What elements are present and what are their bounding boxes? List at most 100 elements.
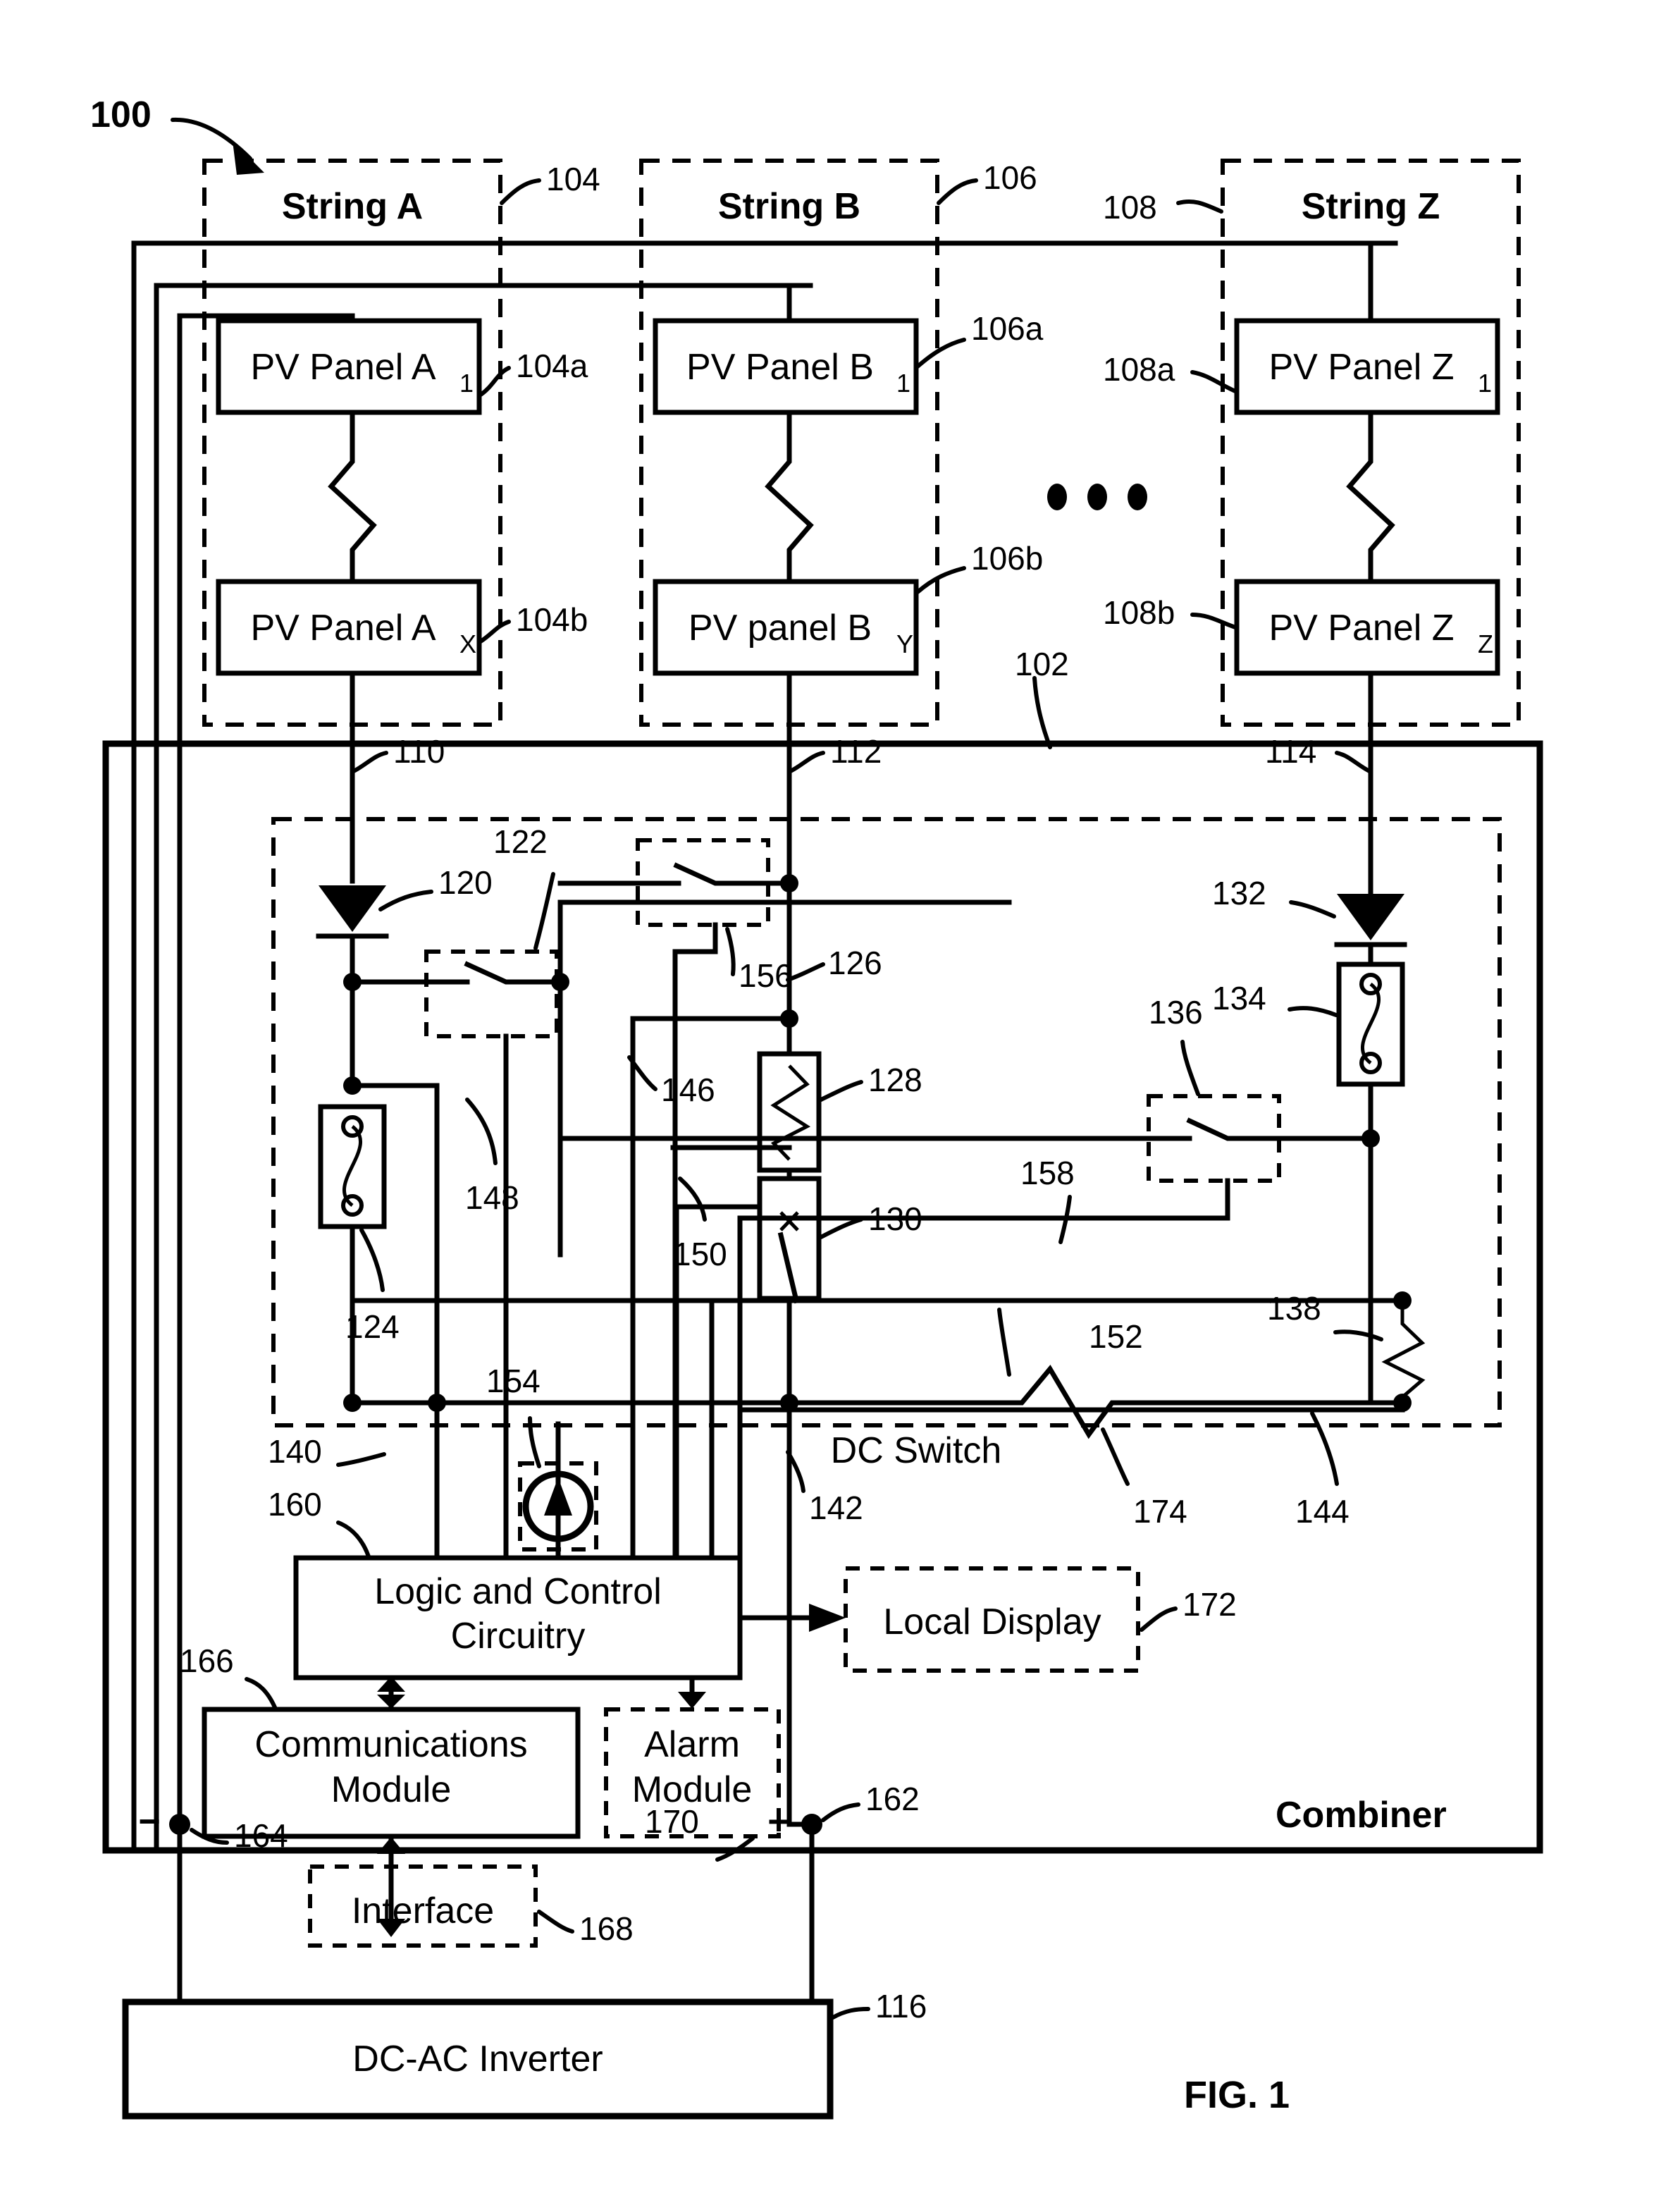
pv-panel-b1-ref: 106a <box>971 310 1044 347</box>
interface-label: Interface <box>352 1891 494 1931</box>
system-ref-100-callout <box>171 117 264 175</box>
ref-162-leader <box>821 1802 860 1822</box>
figure-svg: 100 String A String B String Z 104 106 1… <box>90 94 1543 2120</box>
ref-122-leader <box>533 872 555 950</box>
node-bus-140-a <box>343 1394 362 1412</box>
string-a-panels: PV Panel A 1 104a PV Panel A X 104b 110 <box>216 313 588 835</box>
logic-control-line1: Logic and Control <box>374 1571 662 1612</box>
ref-168: 168 <box>579 1910 634 1947</box>
feed-z-ref-leader <box>1335 751 1373 774</box>
pv-panel-b1-label: PV Panel B <box>686 347 874 388</box>
ref-124-leader <box>359 1228 385 1292</box>
ref-162: 162 <box>865 1781 920 1817</box>
ref-128: 128 <box>868 1062 922 1098</box>
resistor-128-body <box>757 1051 822 1173</box>
string-z-break <box>1346 410 1395 584</box>
pv-panel-b1-subscript: 1 <box>896 369 910 398</box>
string-b-title: String B <box>718 186 860 227</box>
pv-panel-a1-ref-leader <box>478 366 511 397</box>
ref-138: 138 <box>1267 1290 1321 1327</box>
ref-134: 134 <box>1212 980 1266 1016</box>
pv-panel-a1-label: PV Panel A <box>250 347 436 388</box>
local-display-label: Local Display <box>883 1602 1101 1642</box>
ref-124: 124 <box>345 1308 400 1345</box>
ref-172: 172 <box>1183 1586 1237 1623</box>
ref-150-leader <box>997 1308 1011 1377</box>
pv-panel-ax-subscript: X <box>459 629 476 658</box>
negative-sign: − <box>138 1800 161 1843</box>
node-bus-140-z <box>1393 1394 1412 1412</box>
patent-figure-page: 100 String A String B String Z 104 106 1… <box>0 0 1661 2212</box>
ref-136: 136 <box>1149 994 1203 1031</box>
feed-b-ref: 112 <box>830 733 882 770</box>
pv-panel-z1-label: PV Panel Z <box>1268 347 1454 388</box>
inverter-label: DC-AC Inverter <box>352 2039 603 2079</box>
pv-panel-z1-subscript: 1 <box>1478 369 1492 398</box>
local-display-group: Local Display 172 <box>737 1566 1237 1673</box>
string-z-ref-leader <box>1176 199 1223 214</box>
switch-a-blade <box>464 961 563 985</box>
ref-168-leader <box>537 1910 574 1934</box>
ref-154-leader <box>465 1098 498 1165</box>
pv-panel-zz-ref: 108b <box>1103 594 1175 631</box>
pv-panel-zz-ref-leader <box>1190 613 1237 629</box>
ref-132: 132 <box>1212 875 1266 911</box>
feed-a-ref: 110 <box>393 733 445 770</box>
feed-a-ref-leader <box>350 751 388 774</box>
inverter-group: DC-AC Inverter 116 <box>122 1988 927 2120</box>
ref-132-leader <box>1289 900 1336 918</box>
pv-panel-by-subscript: Y <box>896 629 913 658</box>
string-b-ref: 106 <box>983 159 1037 196</box>
pv-panel-by-ref: 106b <box>971 540 1043 577</box>
ref-164: 164 <box>234 1817 288 1854</box>
ref-120: 120 <box>438 864 493 901</box>
feed-z-ref: 114 <box>1265 733 1316 770</box>
pv-panel-z1-ref: 108a <box>1103 351 1175 388</box>
string-b-panels: PV Panel B 1 106a PV panel B Y 106b 112 <box>653 283 1044 835</box>
pv-panel-ax-ref: 104b <box>516 601 588 638</box>
dc-switch-label: DC Switch <box>831 1430 1002 1471</box>
pv-panel-ax-label: PV Panel A <box>250 608 436 649</box>
ref-160-leader <box>336 1520 371 1559</box>
pv-panel-zz-label: PV Panel Z <box>1268 608 1454 649</box>
string-b-break <box>765 410 814 584</box>
pv-panel-z1-ref-leader <box>1190 370 1237 393</box>
system-ref-100: 100 <box>90 94 152 135</box>
string-ellipsis <box>1047 484 1147 510</box>
communications-line2: Module <box>331 1769 452 1810</box>
ref-174-leader <box>1101 1427 1130 1486</box>
ref-128-leader <box>819 1080 863 1102</box>
pv-panel-zz-subscript: Z <box>1478 629 1493 658</box>
logic-control-line2: Circuitry <box>451 1616 586 1657</box>
ref-156-leader <box>725 927 736 976</box>
comm-interface-arrow-up <box>377 1837 405 1854</box>
ref-148: 150 <box>673 1236 727 1272</box>
pv-panel-by-label: PV panel B <box>689 608 872 649</box>
ref-154: 148 <box>465 1179 519 1216</box>
ref-140: 144 <box>1295 1493 1350 1530</box>
communications-line1: Communications <box>254 1724 527 1765</box>
string-z-ref: 108 <box>1103 189 1157 226</box>
current-sensor-group: 154 <box>434 1363 598 1561</box>
ref-136-leader <box>1180 1040 1200 1096</box>
combiner-ref-leader <box>1032 676 1052 749</box>
ref-166-leader <box>245 1677 277 1709</box>
node-z-switch <box>1361 1129 1380 1148</box>
string-a-title: String A <box>282 186 423 227</box>
feed-b-ref-leader <box>787 751 825 774</box>
ref-150: 152 <box>1089 1318 1143 1355</box>
ref-126: 126 <box>828 945 882 981</box>
ref-152: 154 <box>486 1363 541 1399</box>
logic-alarm-arrow <box>678 1692 706 1709</box>
blocking-diode-a-triangle <box>319 885 386 932</box>
positive-sign: + <box>767 1800 790 1843</box>
pv-panel-by-ref-leader <box>915 566 966 594</box>
string-b-circuit: 156 126 146 128 130 150 DC Switch 142 <box>557 829 1002 1561</box>
combiner-outer-box <box>102 740 1543 1854</box>
string-a-break <box>328 410 377 584</box>
ref-116-leader <box>831 2007 870 2020</box>
switch-a-dashed-box <box>424 950 559 1038</box>
pv-panel-a1-ref: 104a <box>516 348 588 384</box>
combiner-ref: 102 <box>1015 646 1069 682</box>
ref-172-leader <box>1140 1606 1178 1632</box>
